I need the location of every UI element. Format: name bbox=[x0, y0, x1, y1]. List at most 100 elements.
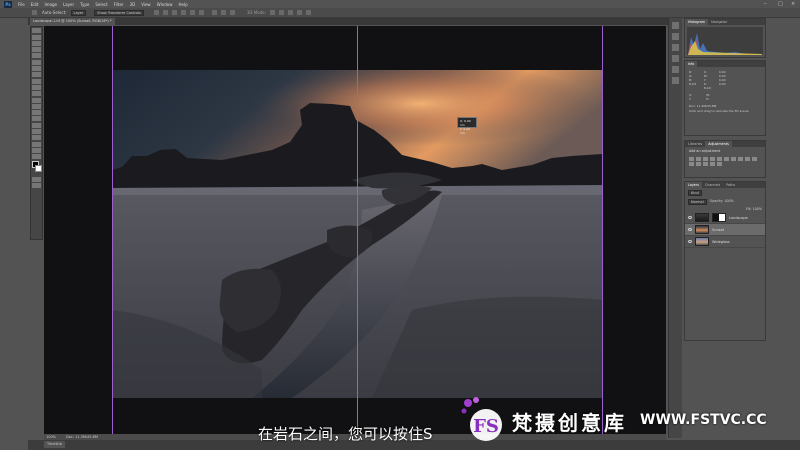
gradient-tool-icon[interactable] bbox=[32, 97, 41, 103]
healing-brush-tool-icon[interactable] bbox=[32, 66, 41, 72]
guide-vertical-center[interactable] bbox=[357, 26, 358, 434]
selective-color-icon[interactable] bbox=[717, 162, 722, 166]
color-swatches[interactable] bbox=[31, 161, 42, 175]
align-bottom-icon[interactable] bbox=[171, 10, 177, 15]
photo-filter-icon[interactable] bbox=[745, 157, 750, 161]
hand-tool-icon[interactable] bbox=[32, 141, 41, 147]
shape-tool-icon[interactable] bbox=[32, 135, 41, 141]
menu-type[interactable]: Type bbox=[80, 2, 89, 7]
background-color-swatch[interactable] bbox=[35, 165, 42, 173]
visibility-eye-icon[interactable] bbox=[688, 240, 692, 243]
channel-mixer-icon[interactable] bbox=[752, 157, 757, 161]
posterize-icon[interactable] bbox=[696, 162, 701, 166]
dodge-tool-icon[interactable] bbox=[32, 110, 41, 116]
auto-select-dropdown[interactable]: Layer bbox=[70, 9, 87, 16]
3d-pan-icon[interactable] bbox=[287, 10, 293, 15]
layer-name[interactable]: Sunset bbox=[712, 228, 724, 232]
swatches-panel-icon[interactable] bbox=[672, 77, 679, 84]
tab-info[interactable]: Info bbox=[685, 61, 698, 67]
menu-filter[interactable]: Filter bbox=[114, 2, 124, 7]
hue-saturation-icon[interactable] bbox=[724, 157, 729, 161]
guide-vertical-left[interactable] bbox=[112, 26, 113, 434]
layer-name[interactable]: Landscape bbox=[729, 216, 748, 220]
menu-3d[interactable]: 3D bbox=[130, 2, 136, 7]
timeline-tab[interactable]: Timeline bbox=[44, 441, 65, 448]
menu-edit[interactable]: Edit bbox=[31, 2, 39, 7]
maximize-icon[interactable]: □ bbox=[778, 1, 783, 7]
menu-layer[interactable]: Layer bbox=[63, 2, 74, 7]
distribute-bottom-icon[interactable] bbox=[229, 10, 235, 15]
marquee-tool-icon[interactable] bbox=[32, 34, 41, 40]
blend-mode-dropdown[interactable]: Normal bbox=[688, 199, 707, 205]
menu-view[interactable]: View bbox=[141, 2, 151, 7]
tab-paths[interactable]: Paths bbox=[723, 182, 738, 188]
levels-icon[interactable] bbox=[696, 157, 701, 161]
distribute-middle-icon[interactable] bbox=[220, 10, 226, 15]
crop-tool-icon[interactable] bbox=[32, 53, 41, 59]
lasso-tool-icon[interactable] bbox=[32, 40, 41, 46]
visibility-eye-icon[interactable] bbox=[688, 228, 692, 231]
tab-libraries[interactable]: Libraries bbox=[685, 141, 705, 147]
invert-icon[interactable] bbox=[689, 162, 694, 166]
tab-channels[interactable]: Channels bbox=[702, 182, 723, 188]
color-balance-icon[interactable] bbox=[731, 157, 736, 161]
menu-window[interactable]: Window bbox=[157, 2, 173, 7]
character-panel-icon[interactable] bbox=[672, 55, 679, 62]
quick-mask-icon[interactable] bbox=[32, 176, 41, 182]
3d-scale-icon[interactable] bbox=[305, 10, 311, 15]
layer-row[interactable]: Wideglass bbox=[685, 236, 765, 248]
tab-adjustments[interactable]: Adjustments bbox=[705, 141, 732, 147]
brush-tool-icon[interactable] bbox=[32, 72, 41, 78]
vibrance-icon[interactable] bbox=[717, 157, 722, 161]
layer-mask-thumbnail[interactable] bbox=[712, 213, 726, 222]
eyedropper-tool-icon[interactable] bbox=[32, 59, 41, 65]
history-panel-icon[interactable] bbox=[672, 22, 679, 29]
minimize-icon[interactable]: – bbox=[764, 1, 767, 7]
more-tools-icon[interactable] bbox=[32, 154, 41, 160]
menu-select[interactable]: Select bbox=[95, 2, 107, 7]
paragraph-panel-icon[interactable] bbox=[672, 66, 679, 73]
pen-tool-icon[interactable] bbox=[32, 116, 41, 122]
align-center-icon[interactable] bbox=[189, 10, 195, 15]
3d-orbit-icon[interactable] bbox=[269, 10, 275, 15]
move-tool-icon[interactable] bbox=[32, 10, 37, 15]
layer-kind-filter[interactable]: Kind bbox=[688, 190, 702, 196]
clone-stamp-tool-icon[interactable] bbox=[32, 78, 41, 84]
zoom-tool-icon[interactable] bbox=[32, 147, 41, 153]
move-tool-icon[interactable] bbox=[32, 28, 41, 34]
menu-help[interactable]: Help bbox=[178, 2, 187, 7]
layer-row[interactable]: Landscape bbox=[685, 212, 765, 224]
blur-tool-icon[interactable] bbox=[32, 103, 41, 109]
fill-field[interactable]: Fill: 100% bbox=[746, 207, 762, 211]
tab-layers[interactable]: Layers bbox=[685, 182, 702, 188]
screen-mode-icon[interactable] bbox=[32, 182, 41, 188]
curves-icon[interactable] bbox=[703, 157, 708, 161]
brightness-icon[interactable] bbox=[689, 157, 694, 161]
brush-panel-icon[interactable] bbox=[672, 44, 679, 51]
align-middle-icon[interactable] bbox=[162, 10, 168, 15]
show-transform-checkbox[interactable]: Show Transform Controls bbox=[94, 9, 144, 16]
threshold-icon[interactable] bbox=[703, 162, 708, 166]
exposure-icon[interactable] bbox=[710, 157, 715, 161]
eraser-tool-icon[interactable] bbox=[32, 91, 41, 97]
visibility-eye-icon[interactable] bbox=[688, 216, 692, 219]
3d-slide-icon[interactable] bbox=[296, 10, 302, 15]
quick-select-tool-icon[interactable] bbox=[32, 47, 41, 53]
auto-select-checkbox[interactable]: Auto-Select: bbox=[42, 10, 67, 15]
black-white-icon[interactable] bbox=[738, 157, 743, 161]
3d-roll-icon[interactable] bbox=[278, 10, 284, 15]
document-tab[interactable]: Landscape-1.tif @ 100% (Sunset, RGB/16*)… bbox=[30, 18, 115, 25]
menu-file[interactable]: File bbox=[18, 2, 25, 7]
path-select-tool-icon[interactable] bbox=[32, 129, 41, 135]
align-right-icon[interactable] bbox=[198, 10, 204, 15]
menu-image[interactable]: Image bbox=[44, 2, 57, 7]
properties-panel-icon[interactable] bbox=[672, 33, 679, 40]
layer-row[interactable]: Sunset bbox=[685, 224, 765, 236]
close-icon[interactable]: × bbox=[791, 1, 795, 7]
align-top-icon[interactable] bbox=[153, 10, 159, 15]
gradient-map-icon[interactable] bbox=[710, 162, 715, 166]
align-left-icon[interactable] bbox=[180, 10, 186, 15]
layer-name[interactable]: Wideglass bbox=[712, 240, 730, 244]
history-brush-tool-icon[interactable] bbox=[32, 84, 41, 90]
type-tool-icon[interactable] bbox=[32, 122, 41, 128]
